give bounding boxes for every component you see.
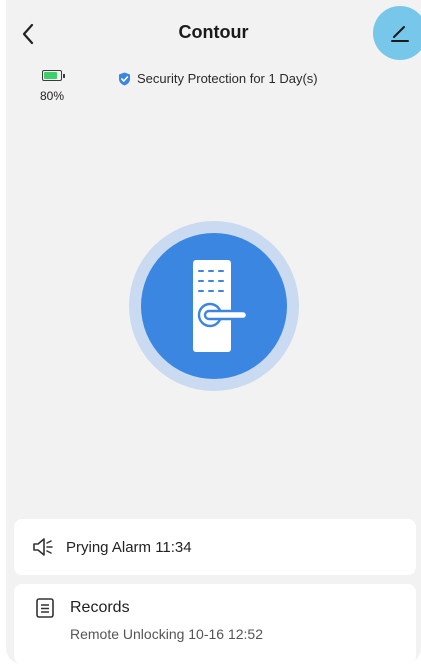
battery-status: 80% (32, 70, 72, 103)
records-latest-entry: Remote Unlocking 10-16 12:52 (70, 626, 264, 642)
page-title: Contour (178, 22, 249, 42)
lock-status-halo (129, 221, 299, 391)
records-card[interactable]: Records Remote Unlocking 10-16 12:52 (14, 584, 416, 664)
screen: Contour 80% Security Protection for 1 Da… (6, 0, 421, 664)
records-label: Records (70, 599, 130, 616)
list-icon (36, 598, 54, 618)
prying-alarm-card[interactable]: Prying Alarm 11:34 (14, 519, 416, 575)
security-protection: Security Protection for 1 Day(s) (118, 71, 318, 86)
door-lock-icon (193, 260, 249, 352)
battery-percentage: 80% (39, 89, 65, 103)
lock-status-button[interactable] (141, 233, 287, 379)
battery-fill (44, 72, 57, 79)
top-bar: Contour (6, 0, 421, 68)
prying-alarm-text: Prying Alarm 11:34 (66, 538, 192, 556)
shield-check-icon (118, 72, 131, 86)
edit-button[interactable] (373, 6, 421, 60)
security-text: Security Protection for 1 Day(s) (137, 71, 318, 86)
pencil-icon (391, 26, 409, 42)
speaker-alarm-icon (32, 536, 56, 558)
battery-icon (42, 70, 65, 81)
